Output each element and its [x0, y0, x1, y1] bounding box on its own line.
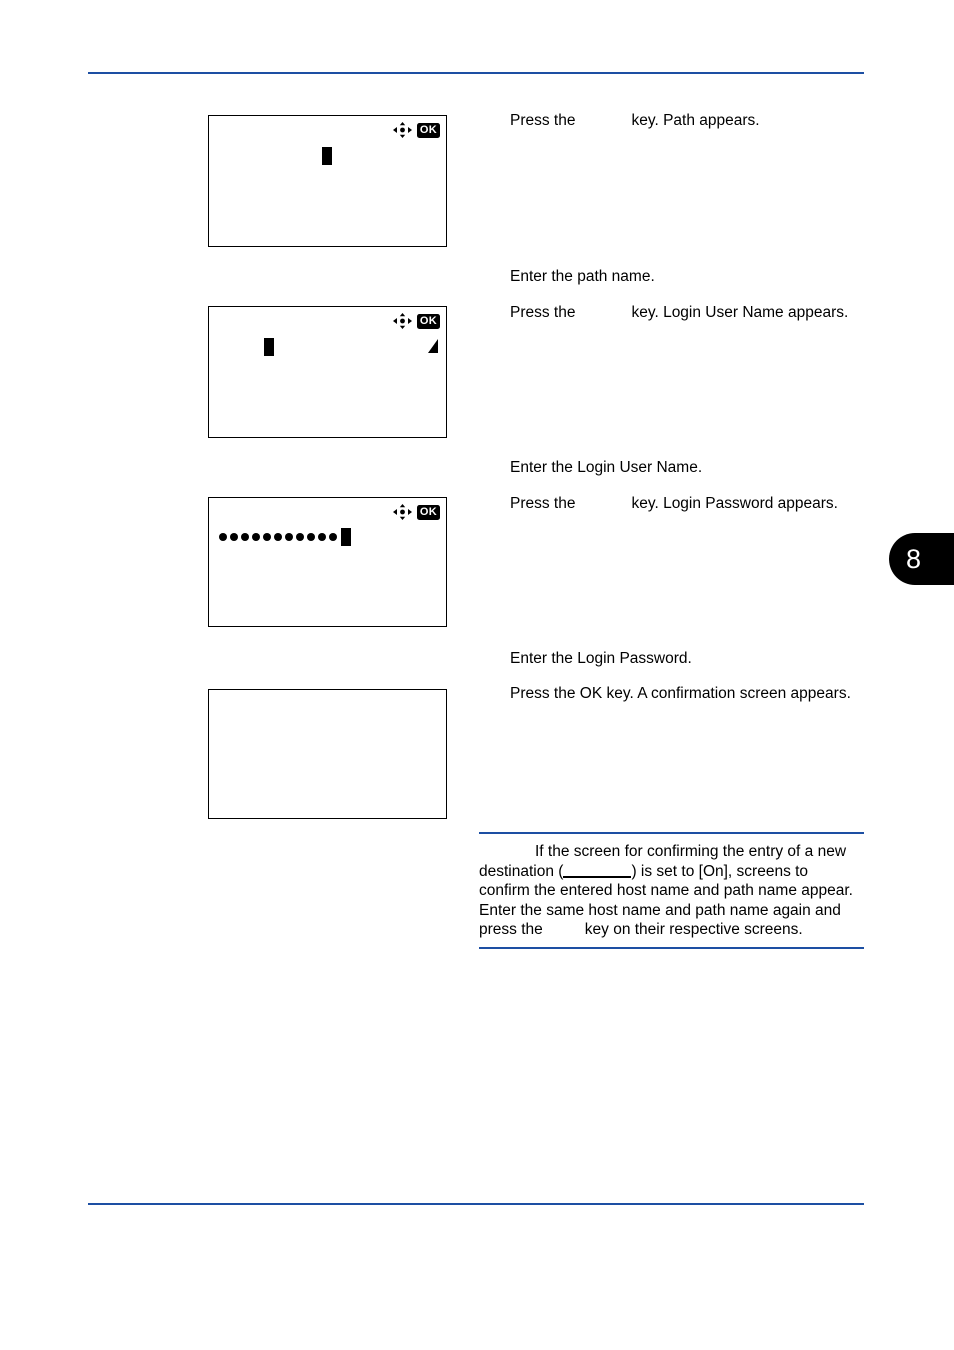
- masked-character-dot: [318, 533, 326, 541]
- masked-character-dot: [274, 533, 282, 541]
- instruction-prefix: Press the: [510, 495, 576, 512]
- manual-page: 8 OK OK OK Press the key. Path appears. …: [0, 0, 954, 1350]
- instruction-step-1: Press the key. Path appears.: [510, 110, 760, 132]
- note-line-5-prefix: press the: [479, 921, 543, 938]
- text-cursor: [341, 528, 351, 546]
- masked-character-dot: [296, 533, 304, 541]
- instruction-step-6: Enter the Login Password.: [510, 650, 692, 667]
- ok-key-icon: OK: [416, 313, 440, 329]
- lcd-icon-row: OK: [392, 504, 440, 520]
- lcd-inner: OK: [209, 116, 446, 246]
- lcd-icon-row: OK: [392, 122, 440, 138]
- note-line-3: confirm the entered host name and path n…: [479, 882, 853, 899]
- four-way-arrow-icon: [392, 122, 412, 138]
- note-box: If the screen for confirming the entry o…: [479, 832, 864, 949]
- note-line-2-after: ) is set to [On], screens to: [631, 862, 809, 880]
- instruction-step-5: Press the key. Login Password appears.: [510, 493, 838, 515]
- lcd-screen-confirmation: [208, 689, 447, 819]
- chapter-tab: 8: [889, 533, 954, 585]
- lcd-screen-path: OK: [208, 115, 447, 247]
- masked-character-dot: [252, 533, 260, 541]
- note-line-5-suffix: key on their respective screens.: [584, 921, 803, 938]
- footer-rule: [88, 1203, 864, 1205]
- masked-character-dot: [219, 533, 227, 541]
- lcd-screen-login-user-name: OK: [208, 306, 447, 438]
- masked-character-dot: [241, 533, 249, 541]
- masked-password-field: [219, 528, 351, 546]
- lcd-screen-login-password: OK: [208, 497, 447, 627]
- instruction-suffix: key. Login Password appears.: [631, 495, 838, 512]
- note-line-4: Enter the same host name and path name a…: [479, 901, 841, 919]
- lcd-inner: [209, 690, 446, 818]
- note-line-1: If the screen for confirming the entry o…: [535, 843, 847, 860]
- header-rule: [88, 72, 864, 74]
- blank-reference-line: [563, 875, 632, 878]
- instruction-prefix: Press the: [510, 304, 576, 321]
- masked-character-dot: [230, 533, 238, 541]
- masked-character-dot: [307, 533, 315, 541]
- instruction-prefix: Press the: [510, 112, 576, 129]
- lcd-icon-row: OK: [392, 313, 440, 329]
- masked-character-dot: [263, 533, 271, 541]
- instruction-step-3: Press the key. Login User Name appears.: [510, 302, 848, 324]
- four-way-arrow-icon: [392, 313, 412, 329]
- note-line-2-before: destination (: [479, 862, 564, 880]
- instruction-step-2: Enter the path name.: [510, 268, 655, 285]
- instruction-step-7: Press the OK key. A confirmation screen …: [510, 685, 851, 702]
- instruction-suffix: key. Login User Name appears.: [631, 304, 849, 321]
- four-way-arrow-icon: [392, 504, 412, 520]
- masked-character-dot: [329, 533, 337, 541]
- masked-character-dot: [285, 533, 293, 541]
- instruction-suffix: key. Path appears.: [631, 112, 760, 129]
- text-cursor: [322, 147, 332, 165]
- note-body: If the screen for confirming the entry o…: [479, 842, 864, 940]
- scroll-triangle-icon: [428, 339, 438, 353]
- text-cursor: [264, 338, 274, 356]
- ok-key-icon: OK: [416, 122, 440, 138]
- lcd-inner: OK: [209, 307, 446, 437]
- ok-key-icon: OK: [416, 504, 440, 520]
- lcd-inner: OK: [209, 498, 446, 626]
- instruction-step-4: Enter the Login User Name.: [510, 459, 703, 476]
